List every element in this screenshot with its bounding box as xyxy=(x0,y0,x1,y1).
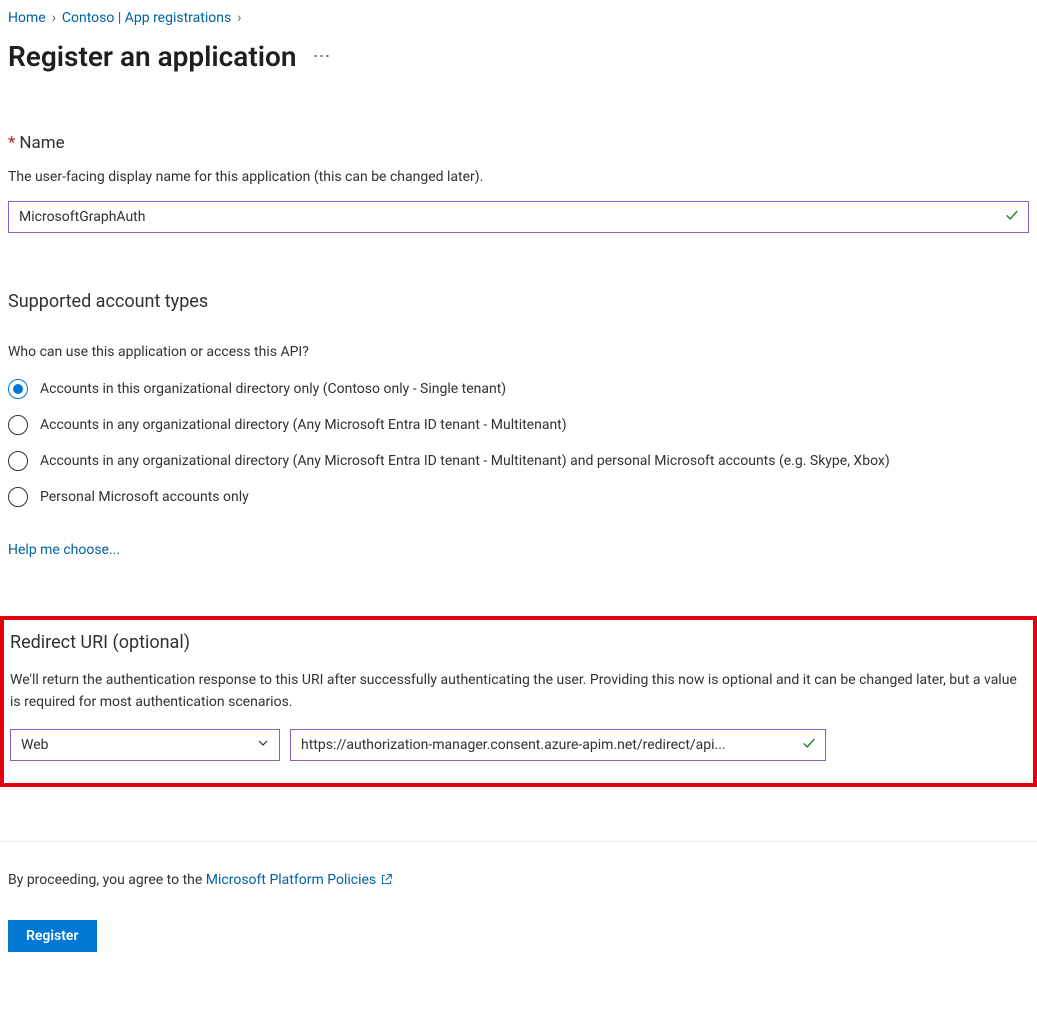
radio-label: Accounts in this organizational director… xyxy=(40,378,506,400)
breadcrumb-app-registrations[interactable]: Contoso | App registrations xyxy=(62,10,231,26)
radio-icon xyxy=(8,487,28,507)
register-button[interactable]: Register xyxy=(8,920,97,952)
redirect-uri-description: We'll return the authentication response… xyxy=(10,669,1027,713)
account-types-radio-group: Accounts in this organizational director… xyxy=(8,378,1029,508)
redirect-inputs-row: Web xyxy=(10,729,1027,761)
platform-select[interactable]: Web xyxy=(10,729,280,761)
radio-multitenant[interactable]: Accounts in any organizational directory… xyxy=(8,414,1029,436)
radio-icon xyxy=(8,379,28,399)
redirect-uri-input[interactable] xyxy=(290,729,826,761)
radio-label: Accounts in any organizational directory… xyxy=(40,414,567,436)
radio-label: Personal Microsoft accounts only xyxy=(40,486,249,508)
title-row: Register an application ⋯ xyxy=(8,40,1029,73)
help-me-choose-link[interactable]: Help me choose... xyxy=(8,542,120,558)
chevron-down-icon xyxy=(257,737,269,753)
redirect-uri-heading: Redirect URI (optional) xyxy=(10,632,1027,653)
chevron-right-icon: › xyxy=(52,10,56,26)
redirect-uri-highlight: Redirect URI (optional) We'll return the… xyxy=(0,616,1037,787)
uri-input-wrapper xyxy=(290,729,826,761)
name-input[interactable] xyxy=(8,201,1029,233)
radio-icon xyxy=(8,451,28,471)
required-star-icon: * xyxy=(8,133,15,153)
name-label-text: Name xyxy=(19,133,64,153)
name-label: *Name xyxy=(8,133,1029,153)
chevron-right-icon: › xyxy=(237,10,241,26)
account-types-heading: Supported account types xyxy=(8,291,1029,312)
agree-text: By proceeding, you agree to the Microsof… xyxy=(8,872,1029,890)
radio-icon xyxy=(8,415,28,435)
breadcrumb: Home › Contoso | App registrations › xyxy=(8,10,1029,26)
divider xyxy=(0,841,1037,842)
platform-policies-link[interactable]: Microsoft Platform Policies xyxy=(206,872,393,888)
page-title: Register an application xyxy=(8,40,297,73)
radio-label: Accounts in any organizational directory… xyxy=(40,450,890,472)
name-input-wrapper xyxy=(8,201,1029,233)
agree-prefix: By proceeding, you agree to the xyxy=(8,872,206,888)
name-description: The user-facing display name for this ap… xyxy=(8,169,1029,185)
account-types-question: Who can use this application or access t… xyxy=(8,344,1029,360)
policies-link-text: Microsoft Platform Policies xyxy=(206,872,376,888)
more-actions-icon[interactable]: ⋯ xyxy=(313,46,332,67)
platform-select-value: Web xyxy=(21,737,49,753)
radio-multitenant-personal[interactable]: Accounts in any organizational directory… xyxy=(8,450,1029,472)
breadcrumb-home[interactable]: Home xyxy=(8,10,46,26)
radio-single-tenant[interactable]: Accounts in this organizational director… xyxy=(8,378,1029,400)
external-link-icon xyxy=(380,873,393,890)
radio-personal-only[interactable]: Personal Microsoft accounts only xyxy=(8,486,1029,508)
